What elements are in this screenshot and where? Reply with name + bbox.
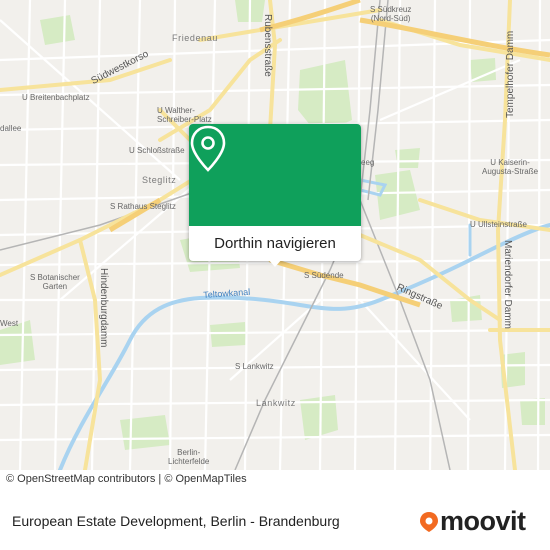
station-label-suedkreuz: S Südkreuz (Nord-Süd) [370, 5, 412, 23]
station-label-schlossstrasse: U Schloßstraße [129, 146, 185, 155]
station-label-ullsteinstrasse: U Ullsteinstraße [470, 220, 527, 229]
station-label-eeg-fragment: eeg [361, 158, 375, 167]
popup-header [189, 124, 361, 226]
location-pin-icon [190, 125, 226, 172]
road-label-tempelhofer-damm: Tempelhofer Damm [505, 30, 516, 118]
moovit-pin-icon [420, 511, 438, 532]
navigate-there-button[interactable]: Dorthin navigieren [189, 226, 361, 261]
district-label-lankwitz: Lankwitz [256, 398, 296, 408]
station-label-walther-schreiber-platz: U Walther- Schreiber-Platz [157, 106, 212, 124]
station-label-lankwitz: S Lankwitz [235, 362, 274, 371]
popup-pointer [267, 258, 283, 267]
station-label-berlin-lichterfelde: Berlin- Lichterfelde [168, 448, 210, 466]
map-attribution[interactable]: © OpenStreetMap contributors | © OpenMap… [6, 473, 247, 485]
district-label-steglitz: Steglitz [142, 175, 177, 185]
station-label-breitenbachplatz: U Breitenbachplatz [22, 93, 90, 102]
moovit-logo[interactable]: moovit [418, 506, 526, 537]
station-label-rathaus-steglitz: S Rathaus Steglitz [110, 202, 176, 211]
station-label-allee-fragment: dallee [0, 124, 22, 133]
footer-bar: European Estate Development, Berlin - Br… [0, 492, 550, 550]
location-popup: Dorthin navigieren [189, 124, 361, 267]
footer-title: European Estate Development, Berlin - Br… [12, 513, 340, 529]
station-label-suedende: S Südende [304, 271, 344, 280]
map-view[interactable]: Friedenau Steglitz Lankwitz Südwestkorso… [0, 0, 550, 470]
road-label-mariendorfer-damm: Mariendorfer Damm [502, 240, 513, 329]
station-label-west-fragment: West [0, 319, 19, 328]
road-label-rubensstrasse: Rubensstraße [262, 14, 273, 77]
road-label-hindenburgdamm: Hindenburgdamm [98, 268, 109, 348]
station-label-botanischer-garten: S Botanischer Garten [30, 273, 80, 291]
district-label-friedenau: Friedenau [172, 33, 218, 43]
moovit-logo-text: moovit [440, 506, 526, 536]
station-label-kaiserin-augusta-strasse: U Kaiserin- Augusta-Straße [482, 158, 539, 176]
